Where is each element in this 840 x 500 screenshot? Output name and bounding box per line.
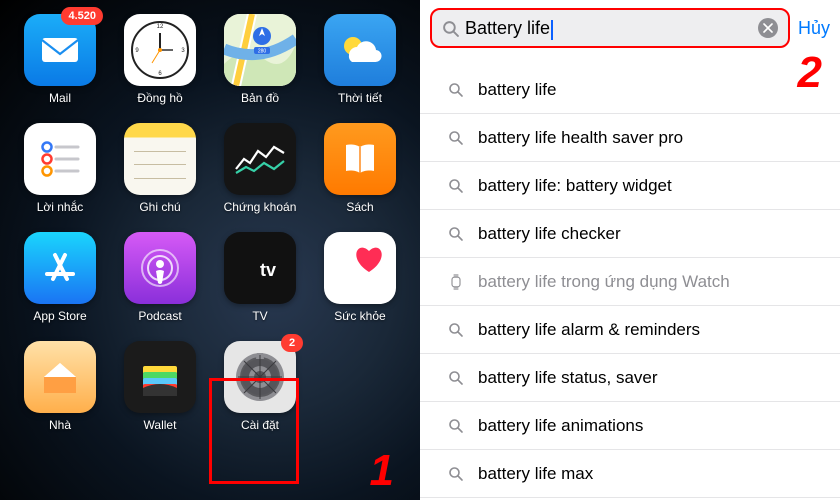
app-label: Ghi chú [139,200,180,214]
suggestion-text: battery life max [478,464,593,484]
clock-icon: 12369 [124,14,196,86]
app-label: Sách [346,200,373,214]
mail-icon: 4.520 [24,14,96,86]
tv-icon: tv [224,232,296,304]
app-notes[interactable]: Ghi chú [115,123,205,214]
app-label: Đồng hồ [137,91,182,105]
badge-settings: 2 [281,334,303,352]
suggestion-text: battery life animations [478,416,643,436]
notes-icon [124,123,196,195]
search-icon [448,370,464,386]
home-screen: 4.520 Mail 12369 Đồng hồ 280 Bản đồ Thời… [0,0,420,500]
close-icon [763,23,773,33]
suggestion-text: battery life status, saver [478,368,658,388]
suggestion-row[interactable]: battery life checker [420,210,840,258]
suggestion-row[interactable]: battery life status, saver [420,354,840,402]
books-icon [324,123,396,195]
suggestion-text: battery life trong ứng dụng Watch [478,272,730,292]
app-label: Sức khỏe [334,309,385,323]
cancel-button[interactable]: Hủy [796,18,832,39]
suggestion-row[interactable]: battery life: battery widget [420,162,840,210]
suggestion-row[interactable]: battery life trong ứng dụng Watch [420,258,840,306]
search-icon [448,130,464,146]
search-icon [448,226,464,242]
search-screen: Hủy 2 battery life battery life health sa… [420,0,840,500]
search-icon [448,322,464,338]
badge-mail: 4.520 [61,7,103,25]
app-label: TV [252,309,267,323]
app-mail[interactable]: 4.520 Mail [15,14,105,105]
appstore-icon [24,232,96,304]
svg-text:tv: tv [260,260,276,280]
reminders-icon [24,123,96,195]
suggestion-text: battery life checker [478,224,621,244]
suggestion-text: battery life health saver pro [478,128,683,148]
suggestion-text: battery life alarm & reminders [478,320,700,340]
suggestion-text: battery life [478,80,556,100]
app-label: Nhà [49,418,71,432]
app-weather[interactable]: Thời tiết [315,14,405,105]
search-bar-row: Hủy [420,8,840,56]
app-reminders[interactable]: Lời nhắc [15,123,105,214]
suggestion-row[interactable]: battery life max [420,450,840,498]
search-icon [448,466,464,482]
app-label: Bản đồ [241,91,279,105]
wallet-icon [124,341,196,413]
podcast-icon [124,232,196,304]
app-home[interactable]: Nhà [15,341,105,432]
search-icon [448,82,464,98]
suggestion-row[interactable]: battery life [420,66,840,114]
app-label: App Store [33,309,86,323]
app-grid: 4.520 Mail 12369 Đồng hồ 280 Bản đồ Thời… [15,14,405,432]
app-label: Mail [49,91,71,105]
app-appstore[interactable]: App Store [15,232,105,323]
app-podcast[interactable]: Podcast [115,232,205,323]
app-label: Wallet [144,418,177,432]
app-label: Lời nhắc [37,200,84,214]
app-tv[interactable]: tv TV [215,232,305,323]
weather-icon [324,14,396,86]
app-stocks[interactable]: Chứng khoán [215,123,305,214]
watch-icon [448,274,464,290]
text-cursor [551,20,553,40]
app-settings[interactable]: 2 Cài đặt [215,341,305,432]
app-label: Cài đặt [241,418,279,432]
step-number-2: 2 [798,48,822,98]
health-icon [324,232,396,304]
app-maps[interactable]: 280 Bản đồ [215,14,305,105]
search-icon [448,178,464,194]
suggestions-list: battery life battery life health saver pr… [420,56,840,498]
search-icon [448,418,464,434]
stocks-icon [224,123,296,195]
app-label: Podcast [138,309,181,323]
step-number-1: 1 [370,446,394,496]
clear-search-button[interactable] [758,18,778,38]
svg-text:12: 12 [157,24,164,30]
svg-text:280: 280 [258,49,267,55]
app-label: Chứng khoán [224,200,297,214]
maps-icon: 280 [224,14,296,86]
suggestion-text: battery life: battery widget [478,176,672,196]
settings-icon: 2 [224,341,296,413]
app-clock[interactable]: 12369 Đồng hồ [115,14,205,105]
search-field[interactable] [430,8,790,48]
app-label: Thời tiết [338,91,382,105]
home-icon [24,341,96,413]
search-icon [442,20,459,37]
suggestion-row[interactable]: battery life alarm & reminders [420,306,840,354]
suggestion-row[interactable]: battery life animations [420,402,840,450]
suggestion-row[interactable]: battery life health saver pro [420,114,840,162]
app-health[interactable]: Sức khỏe [315,232,405,323]
app-wallet[interactable]: Wallet [115,341,205,432]
search-input[interactable] [465,18,752,39]
app-books[interactable]: Sách [315,123,405,214]
